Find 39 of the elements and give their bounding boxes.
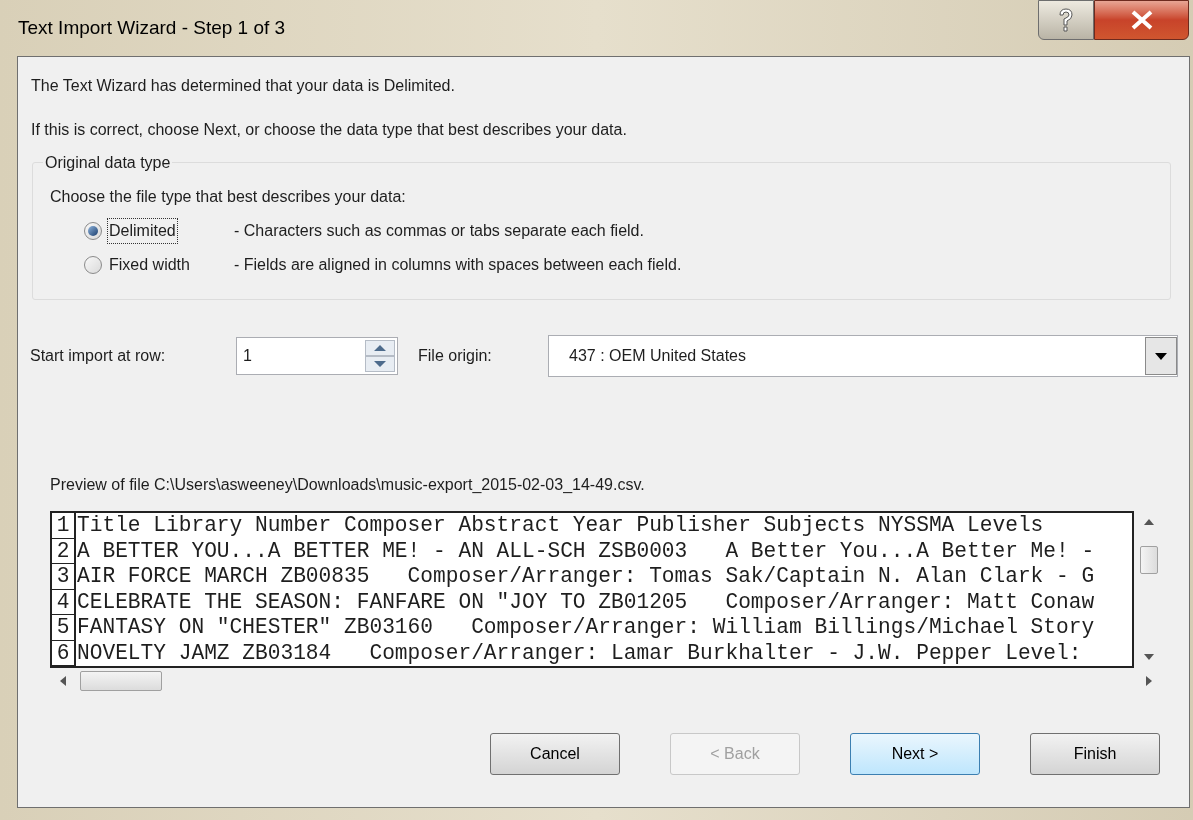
window-title: Text Import Wizard - Step 1 of 3 bbox=[18, 15, 286, 40]
scroll-thumb[interactable] bbox=[80, 671, 162, 691]
close-icon bbox=[1129, 10, 1154, 30]
instruction-text: The Text Wizard has determined that your data is Delimited. bbox=[31, 76, 456, 96]
preview-row-text: A BETTER YOU...A BETTER ME! - AN ALL-SCH ZSB0003 A Better You...A Better Me! - bbox=[76, 538, 1095, 564]
close-button[interactable] bbox=[1094, 0, 1189, 40]
spin-arrows-icon bbox=[365, 340, 395, 372]
scroll-up-icon bbox=[1144, 519, 1154, 525]
origin-dropdown[interactable]: 437 : OEM United States bbox=[548, 335, 1178, 377]
help-icon bbox=[1057, 7, 1075, 33]
row-number: 3 bbox=[52, 564, 76, 590]
row-number: 4 bbox=[52, 589, 76, 615]
prompt-text: Choose the file type that best describes your data: bbox=[50, 187, 407, 207]
radio-option[interactable]: Fixed width bbox=[84, 253, 234, 277]
option-description: - Fields are aligned in columns with spaces between each field. bbox=[234, 255, 682, 275]
preview-label: Preview of file C:\Users\asweeney\Downloads\music-export_2015-02-03_14-49.csv. bbox=[49, 475, 646, 495]
row-number: 1 bbox=[52, 513, 76, 539]
row-number: 2 bbox=[52, 538, 76, 564]
preview-row-text: AIR FORCE MARCH ZB00835 Composer/Arranger: Tomas Sak/Captain N. Alan Clark - G bbox=[76, 564, 1095, 590]
preview-row-text: CELEBRATE THE SEASON: FANFARE ON "JOY TO ZB01205 Composer/Arranger: Matt Conaw bbox=[76, 589, 1095, 615]
instruction-text: If this is correct, choose Next, or choose the data type that best describes your data. bbox=[31, 120, 628, 140]
scroll-down-icon bbox=[1144, 654, 1154, 660]
preview-row-text: Title Library Number Composer Abstract Year Publisher Subjects NYSSMA Levels bbox=[76, 513, 1044, 539]
scroll-right-icon bbox=[1146, 676, 1152, 686]
row-spinner[interactable]: 1 bbox=[236, 337, 398, 375]
preview-row-text: NOVELTY JAMZ ZB03184 Composer/Arranger: Lamar Burkhalter - J.W. Pepper Level: bbox=[76, 640, 1082, 666]
help-button[interactable] bbox=[1038, 0, 1094, 40]
preview-row-text: FANTASY ON "CHESTER" ZB03160 Composer/Arranger: William Billings/Michael Story bbox=[76, 615, 1095, 641]
dialog-button[interactable]: Next > bbox=[850, 733, 980, 775]
dialog-button[interactable]: Finish bbox=[1030, 733, 1160, 775]
scroll-left-icon bbox=[60, 676, 66, 686]
field-label: File origin: bbox=[418, 346, 493, 366]
radio-option[interactable]: Delimited bbox=[84, 219, 234, 243]
scroll-thumb[interactable] bbox=[1140, 545, 1158, 574]
field-label: Start import at row: bbox=[30, 346, 167, 366]
dialog-button[interactable]: Cancel bbox=[490, 733, 620, 775]
row-number: 5 bbox=[52, 615, 76, 641]
row-number: 6 bbox=[52, 640, 76, 666]
option-description: - Characters such as commas or tabs separate each field. bbox=[234, 221, 644, 241]
